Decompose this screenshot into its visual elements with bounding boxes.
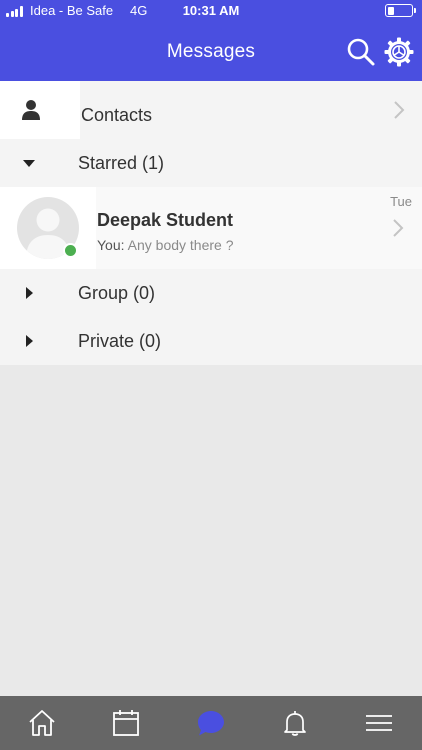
online-indicator: [63, 243, 78, 258]
bell-icon: [284, 711, 306, 736]
snippet-prefix: You:: [97, 237, 125, 253]
section-group[interactable]: Group (0): [0, 269, 422, 317]
conversation-name: Deepak Student: [97, 210, 234, 230]
section-label-starred: Starred (1): [78, 153, 165, 173]
menu-icon: [366, 715, 392, 731]
snippet-message: Any body there ?: [127, 237, 234, 253]
section-label-group: Group (0): [78, 283, 156, 303]
tab-menu[interactable]: [364, 708, 394, 738]
status-bar: Idea - Be Safe 4G 10:31 AM: [0, 0, 422, 22]
battery-icon: [385, 4, 416, 17]
messages-icon: [198, 711, 224, 736]
conversation-snippet: You: Any body there ?: [97, 237, 234, 253]
app-header: Idea - Be Safe 4G 10:31 AM Messages: [0, 0, 422, 81]
home-icon: [29, 710, 55, 736]
settings-button[interactable]: [383, 36, 415, 68]
settings-icon: [384, 37, 414, 67]
empty-list-area: [0, 365, 422, 696]
calendar-icon: [113, 710, 139, 736]
bottom-tab-bar: [0, 696, 422, 750]
search-icon: [347, 38, 375, 66]
tab-messages[interactable]: [196, 708, 226, 738]
conversation-item[interactable]: Deepak Student You: Any body there ? Tue: [0, 187, 422, 269]
caret-right-icon: [26, 287, 33, 299]
tab-calendar[interactable]: [111, 708, 141, 738]
section-private[interactable]: Private (0): [0, 317, 422, 365]
caret-right-icon: [26, 335, 33, 347]
contacts-row[interactable]: Contacts: [0, 81, 422, 139]
caret-down-icon: [23, 160, 35, 167]
person-icon: [22, 100, 40, 120]
search-button[interactable]: [345, 36, 377, 68]
status-time: 10:31 AM: [182, 3, 240, 18]
contacts-label: Contacts: [81, 105, 153, 125]
chevron-right-icon: [393, 219, 404, 237]
tab-notifications[interactable]: [280, 708, 310, 738]
section-label-private: Private (0): [78, 331, 162, 351]
conversation-date: Tue: [390, 194, 412, 209]
chevron-right-icon: [394, 101, 405, 119]
tab-home[interactable]: [27, 708, 57, 738]
section-starred[interactable]: Starred (1): [0, 139, 422, 187]
